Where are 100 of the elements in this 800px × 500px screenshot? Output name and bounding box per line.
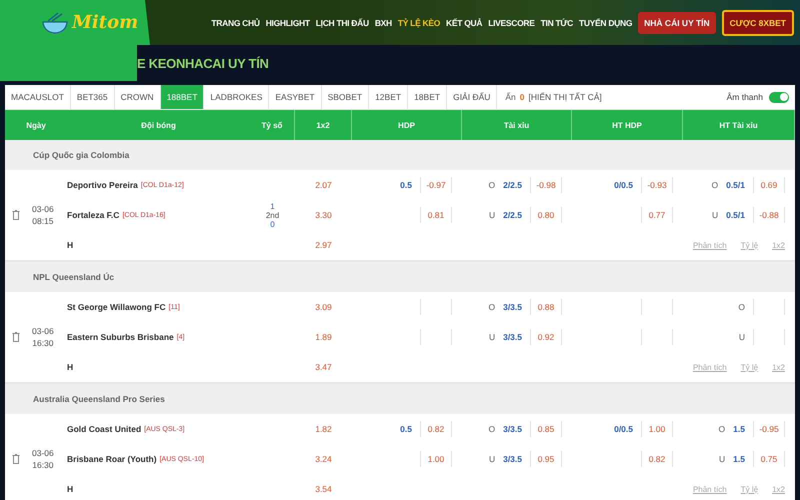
odds-value[interactable]: 1.00 xyxy=(420,451,452,467)
nav-link[interactable]: TỶ LỆ KÈO xyxy=(398,18,440,28)
handicap-line: 3/3.5 xyxy=(503,332,522,342)
header-button[interactable]: NHÀ CÁI UY TÍN xyxy=(638,12,716,34)
nav-link[interactable]: TRANG CHỦ xyxy=(211,18,260,28)
over-under-label: O xyxy=(488,302,496,312)
hidden-label: Ẩn xyxy=(504,91,516,104)
odds-value[interactable]: 3.09 xyxy=(315,302,332,312)
odds-value[interactable]: 2.07 xyxy=(315,180,332,190)
handicap-line: 2/2.5 xyxy=(503,210,522,220)
odds-value[interactable]: 3.47 xyxy=(315,362,332,372)
handicap-line: 0.5/1 xyxy=(726,180,745,190)
odds-value[interactable]: -0.97 xyxy=(420,177,452,193)
odds-value[interactable]: 3.30 xyxy=(315,210,332,220)
handicap-line: 3/3.5 xyxy=(503,424,522,434)
bookmaker-tab[interactable]: GIẢI ĐẤU xyxy=(447,85,498,109)
nav-link[interactable]: HIGHLIGHT xyxy=(266,18,310,28)
team-name[interactable]: Brisbane Roar (Youth) xyxy=(67,454,157,464)
handicap-line: 0/0.5 xyxy=(614,424,633,434)
odds-value[interactable]: 0.95 xyxy=(530,451,562,467)
match-date: 03-06 xyxy=(32,204,54,214)
handicap-line: 0/0.5 xyxy=(614,180,633,190)
over-under-label: O xyxy=(488,180,496,190)
match-date: 03-06 xyxy=(32,326,54,336)
odds-value[interactable]: 3.54 xyxy=(315,484,332,494)
match-link[interactable]: Tỷ lệ xyxy=(740,240,758,250)
match-time: 16:30 xyxy=(32,338,54,348)
show-all-link[interactable]: [HIỂN THỊ TẤT CẢ] xyxy=(528,85,602,109)
odds-value[interactable]: -0.88 xyxy=(753,207,785,223)
team-name[interactable]: Eastern Suburbs Brisbane xyxy=(67,332,174,342)
odds-value[interactable]: 1.89 xyxy=(315,332,332,342)
odds-value[interactable]: 0.85 xyxy=(530,421,562,437)
over-under-label: U xyxy=(712,210,718,220)
match-link[interactable]: Tỷ lệ xyxy=(740,362,758,372)
match-link[interactable]: Phân tích xyxy=(692,240,727,250)
bookmaker-tab[interactable]: 12BET xyxy=(369,85,408,109)
handicap-line: 3/3.5 xyxy=(503,302,522,312)
odds-value[interactable]: -0.98 xyxy=(530,177,562,193)
column-header: Đội bóng xyxy=(140,120,177,132)
odds-value[interactable]: -0.95 xyxy=(753,421,785,437)
team-name[interactable]: Fortaleza F.C xyxy=(67,210,120,220)
nav-link[interactable]: TUYỂN DỤNG xyxy=(578,18,632,28)
match-date: 03-06 xyxy=(32,448,54,458)
bookmaker-tab[interactable]: 188BET xyxy=(160,85,204,109)
team-name[interactable]: Deportivo Pereira xyxy=(67,180,138,190)
odds-value[interactable]: 0.82 xyxy=(641,451,673,467)
score-home: 1 xyxy=(270,202,275,210)
odds-value[interactable]: 0.82 xyxy=(420,421,452,437)
trash-icon[interactable] xyxy=(12,210,20,220)
bookmaker-tab[interactable]: EASYBET xyxy=(269,85,322,109)
odds-value[interactable]: -0.93 xyxy=(641,177,673,193)
odds-value[interactable]: 0.69 xyxy=(753,177,785,193)
over-under-label: U xyxy=(488,332,496,342)
nav-link[interactable]: LIVESCORE xyxy=(488,18,535,28)
over-under-label: O xyxy=(711,180,718,190)
odds-value[interactable]: 0.77 xyxy=(641,207,673,223)
bowl-icon xyxy=(40,10,70,34)
bookmaker-tab[interactable]: SBOBET xyxy=(322,85,370,109)
handicap-line: 2/2.5 xyxy=(503,180,522,190)
trash-icon[interactable] xyxy=(12,454,20,464)
odds-value[interactable]: 0.88 xyxy=(530,299,562,315)
nav-link[interactable]: LỊCH THI ĐẤU xyxy=(316,18,369,28)
draw-label: H xyxy=(67,240,74,250)
match-link[interactable]: 1x2 xyxy=(772,484,785,494)
trash-icon[interactable] xyxy=(12,332,20,342)
bookmaker-tab[interactable]: BET365 xyxy=(70,85,115,109)
odds-value[interactable]: 0.75 xyxy=(753,451,785,467)
bookmaker-tab[interactable]: 18BET xyxy=(408,85,448,109)
handicap-line: 3/3.5 xyxy=(503,454,522,464)
score-away: 0 xyxy=(270,220,275,228)
odds-value[interactable]: 1.82 xyxy=(315,424,332,434)
nav-link[interactable]: KẾT QUẢ xyxy=(446,18,482,28)
team-name[interactable]: Gold Coast United xyxy=(67,424,142,434)
match-link[interactable]: 1x2 xyxy=(772,362,785,372)
team-name[interactable]: St George Willawong FC xyxy=(67,302,166,312)
logo-text: Mitom xyxy=(72,12,138,33)
handicap-line: 1.5 xyxy=(733,454,745,464)
odds-value[interactable]: 1.00 xyxy=(641,421,673,437)
match-time: 08:15 xyxy=(32,216,54,226)
odds-value[interactable]: 0.81 xyxy=(420,207,452,223)
bookmaker-tab[interactable]: MACAUSLOT xyxy=(5,85,71,109)
odds-value[interactable]: 0.92 xyxy=(530,329,562,345)
draw-label: H xyxy=(67,484,74,494)
league-name: Cúp Quốc gia Colombia xyxy=(33,150,130,160)
match-link[interactable]: Phân tích xyxy=(692,484,727,494)
match-time: 16:30 xyxy=(32,460,54,470)
odds-value[interactable]: 0.80 xyxy=(530,207,562,223)
sound-toggle[interactable] xyxy=(769,92,789,102)
odds-value[interactable]: 2.97 xyxy=(315,240,332,250)
odds-value[interactable]: 3.24 xyxy=(315,454,332,464)
match-link[interactable]: 1x2 xyxy=(772,240,785,250)
bookmaker-tab[interactable]: LADBROKES xyxy=(204,85,270,109)
match-link[interactable]: Phân tích xyxy=(692,362,727,372)
league-name: NPL Queensland Úc xyxy=(33,272,114,282)
nav-link[interactable]: TIN TỨC xyxy=(540,18,573,28)
header-button[interactable]: CƯỢC 8XBET xyxy=(722,10,794,36)
hidden-count: 0 xyxy=(518,91,526,104)
match-link[interactable]: Tỷ lệ xyxy=(740,484,758,494)
over-under-label: O xyxy=(718,424,726,434)
nav-link[interactable]: BXH xyxy=(374,18,392,28)
